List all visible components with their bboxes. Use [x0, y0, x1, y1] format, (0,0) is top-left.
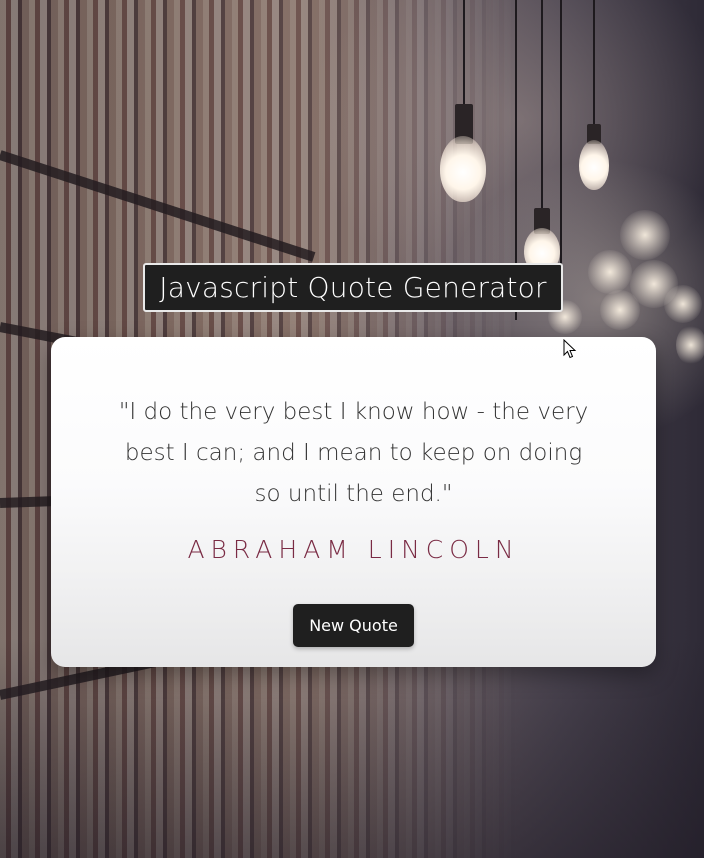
bulb-wire	[541, 0, 543, 212]
light-bulb-icon	[579, 140, 609, 190]
page-title: Javascript Quote Generator	[143, 263, 563, 312]
mouse-pointer-icon	[563, 339, 577, 359]
quote-text: "I do the very best I know how - the ver…	[118, 399, 589, 507]
light-bulb-icon	[440, 136, 486, 202]
bulb-wire	[593, 0, 595, 128]
quote-card: "I do the very best I know how - the ver…	[51, 337, 656, 667]
light-glow	[600, 290, 640, 330]
light-glow	[676, 325, 704, 365]
light-glow	[620, 210, 670, 260]
floor-shade	[0, 638, 704, 858]
light-glow	[664, 285, 702, 323]
bulb-wire	[463, 0, 465, 108]
light-glow	[588, 250, 632, 294]
new-quote-button[interactable]: New Quote	[293, 604, 414, 647]
quote-author: ABRAHAM LINCOLN	[187, 535, 520, 564]
bulb-wire	[560, 0, 562, 300]
